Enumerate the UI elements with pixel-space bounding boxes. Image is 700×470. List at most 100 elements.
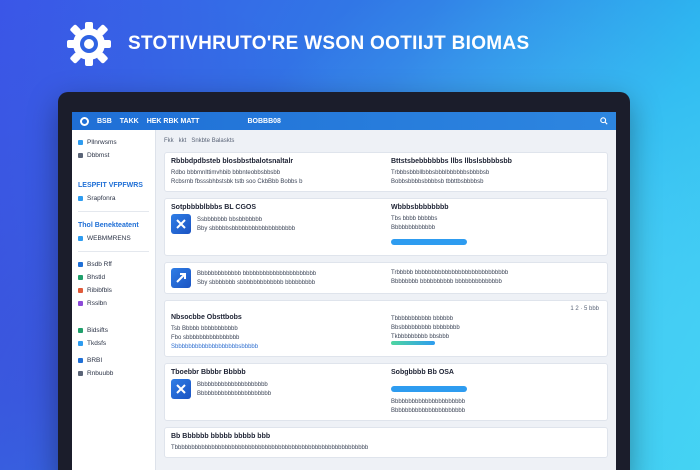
card-title: Nbsocbbe Obsttbobs [171,314,242,321]
sidebar-item[interactable]: Srapfonra [78,192,149,205]
square-icon [78,371,83,376]
square-icon [78,341,83,346]
close-icon[interactable] [171,379,191,399]
monitor-frame: BSB TAKK HEK RBK MATT BOBBB08 Pllnrwsms … [58,92,630,470]
sidebar-item[interactable]: Ribibfbls [78,284,149,297]
sidebar-item-label: Pllnrwsms [87,139,117,146]
square-icon [78,301,83,306]
square-icon [78,153,83,158]
card-title: Sotpbbbblbbbs BL CGOS [171,204,257,211]
card-link[interactable]: Sbbbbbbbbbbbbbbbbbbbsbbbbb [171,342,381,351]
nav-item-3[interactable]: HEK RBK MATT [147,118,200,125]
sidebar-item[interactable]: Rnbuubb [78,367,149,380]
card-title: Rbbbdpdbsteb blosbbstbalotsnaltalr [171,158,294,165]
sidebar-item[interactable]: Bsdb Rff [78,258,149,271]
sidebar-item-label: Ribibfbls [87,287,112,294]
sidebar-item-label: Bhstld [87,274,106,281]
card-text: Bbbbbbbbbbbbbbbbbbbbbb [391,398,466,405]
square-icon [78,236,83,241]
sidebar-item[interactable]: Bidsifts [78,324,149,337]
gear-icon [67,22,111,66]
card-text: Bbbbbbbbbbbbb bbbbbbbbbbbbbbbbbbbbbb [197,270,317,277]
sidebar-section-title: Thol Benekteatent [78,221,139,229]
sidebar-item-label: Srapfonra [87,195,116,202]
card-text: Tbs bbbb bbbbbs [391,215,438,222]
square-icon [78,196,83,201]
hero-title: STOTIVHRUTO'RE WSON OOTIIJT BIOMAS [128,33,530,54]
breadcrumb-item[interactable]: Snkbte Balaskts [191,138,234,144]
card-text: Tkbbbbbbbbb bbsbbb [391,333,450,340]
card-text: Fbo sbbbbbbbbbbbbbbbb [171,334,240,341]
square-icon [78,262,83,267]
square-icon [78,275,83,280]
sidebar-item-label: Tkdsfs [87,340,107,347]
card-text: Bbbbbbbbbbbbbbbbbbbbbb [197,390,272,397]
sidebar-item-label: Rsslbn [87,300,107,307]
sidebar-item[interactable]: Dbbmst [78,149,149,162]
sidebar-item[interactable]: Bhstld [78,271,149,284]
top-navbar: BSB TAKK HEK RBK MATT BOBBB08 [72,112,616,130]
sidebar-item[interactable]: WEBMMRENS [78,232,149,245]
pagination[interactable]: 1 2 · 5 bbb [570,306,599,312]
sidebar-item[interactable]: Pllnrwsms [78,136,149,149]
sidebar-item-label: Dbbmst [87,152,110,159]
card-text: Tsb Bbbbb bbbbbbbbbbb [171,325,238,332]
close-icon[interactable] [171,214,191,234]
nav-item-1[interactable]: BSB [97,118,112,125]
search-icon[interactable] [600,117,608,125]
card-text: Bby sbbbbbsbbbbbbbbbbbbbbbbbbb [197,225,296,232]
nav-item-4[interactable]: BOBBB08 [247,118,280,125]
service-card: Sotpbbbblbbbs BL CGOS Ssbbbbbbb bbsbbbbb… [164,198,608,256]
card-text: Tbbbbbbbbbbbbbbbbbbbbbbbbbbbbbbbbbbbbbbb… [171,444,369,451]
service-card: Tboebbr Bbbbr Bbbbb Bbbbbbbbbbbbbbbbbbbb… [164,363,608,421]
card-title: Bttstsbebbbbbbs llbs llbslsbbbbsbb [391,158,512,165]
info-card: Rbbbdpdbsteb blosbbstbalotsnaltalr Rdbo … [164,152,608,192]
square-icon [78,328,83,333]
sidebar-item-label: WEBMMRENS [87,235,131,242]
breadcrumb-item[interactable]: kkt [179,138,187,144]
card-text: Bbbbbbbbbbbbbbbbbbbbbb [391,407,466,414]
arrow-icon[interactable] [171,268,191,288]
activity-bar [391,341,435,345]
breadcrumb: Fkk kkt Snkbte Balaskts [164,136,608,146]
square-icon [78,288,83,293]
card-title: Tboebbr Bbbbr Bbbbb [171,369,246,376]
divider [78,251,149,252]
breadcrumb-item[interactable]: Fkk [164,138,174,144]
card-text: Bbbbbbbb bbbbbbbbbb bbbbbbbbbbbbbb [391,278,502,285]
card-text: Trbbbbb bbbbbbbbbbbbbbbbbbbbbbbbbbbb [391,269,509,276]
card-text: Rcbsrnb fbsssbhbstsbk tstb soo CkbBbb Bo… [171,178,303,185]
card-text: Tbbbbbbbbbbb bbbbbb [391,315,454,322]
card-text: Bbbbbbbbbbbbb [391,224,436,231]
nav-item-2[interactable]: TAKK [120,118,139,125]
divider [78,211,149,212]
app-logo-icon[interactable] [80,116,89,126]
card-text: Ssbbbbbbb bbsbbbbbbb [197,216,263,223]
sidebar-section-title: LESPFIT VFPFWRS [78,181,143,189]
sidebar-item[interactable]: Tkdsfs [78,337,149,350]
card-text: Sby sbbbbbbb sbbbbbbbbbbbbb bbbbbbbbb [197,279,316,286]
footer-card: Bb Bbbbbb bbbbb bbbbb bbb Tbbbbbbbbbbbbb… [164,427,608,458]
notice-card: 1 2 · 5 bbb Nbsocbbe Obsttbobs Tsb Bbbbb… [164,300,608,357]
sidebar: Pllnrwsms Dbbmst LESPFIT VFPFWRS Srapfon… [72,130,156,470]
app-screen: BSB TAKK HEK RBK MATT BOBBB08 Pllnrwsms … [72,112,616,470]
sidebar-item-label: Bidsifts [87,327,108,334]
card-text: Rdbo bbbmnlttimvhbib bbbnteobbsbbsbb [171,169,281,176]
sidebar-item[interactable]: BRBI [78,354,149,367]
card-text: Bbsbbbbbbbbb bbbbbbbb [391,324,460,331]
square-icon [78,140,83,145]
action-button[interactable] [391,239,467,245]
square-icon [78,358,83,363]
main-content: Fkk kkt Snkbte Balaskts Rbbbdpdbsteb blo… [156,130,616,470]
sidebar-item-label: Bsdb Rff [87,261,112,268]
card-title: Bb Bbbbbb bbbbb bbbbb bbb [171,433,271,440]
sidebar-item[interactable]: Rsslbn [78,297,149,310]
card-title: Sobgbbbb Bb OSA [391,369,454,376]
hero-header: STOTIVHRUTO'RE WSON OOTIIJT BIOMAS [64,18,529,70]
card-text: Bbbbbbbbbbbbbbbbbbbbb [197,381,268,388]
top-search[interactable] [600,117,608,125]
card-text: Bobbsbbbbsbbbbsb tbbttbsbbbbsb [391,178,484,185]
card-title: Wbbbsbbbbbbbb [391,204,449,211]
sidebar-item-label: Rnbuubb [87,370,114,377]
action-button[interactable] [391,386,467,392]
